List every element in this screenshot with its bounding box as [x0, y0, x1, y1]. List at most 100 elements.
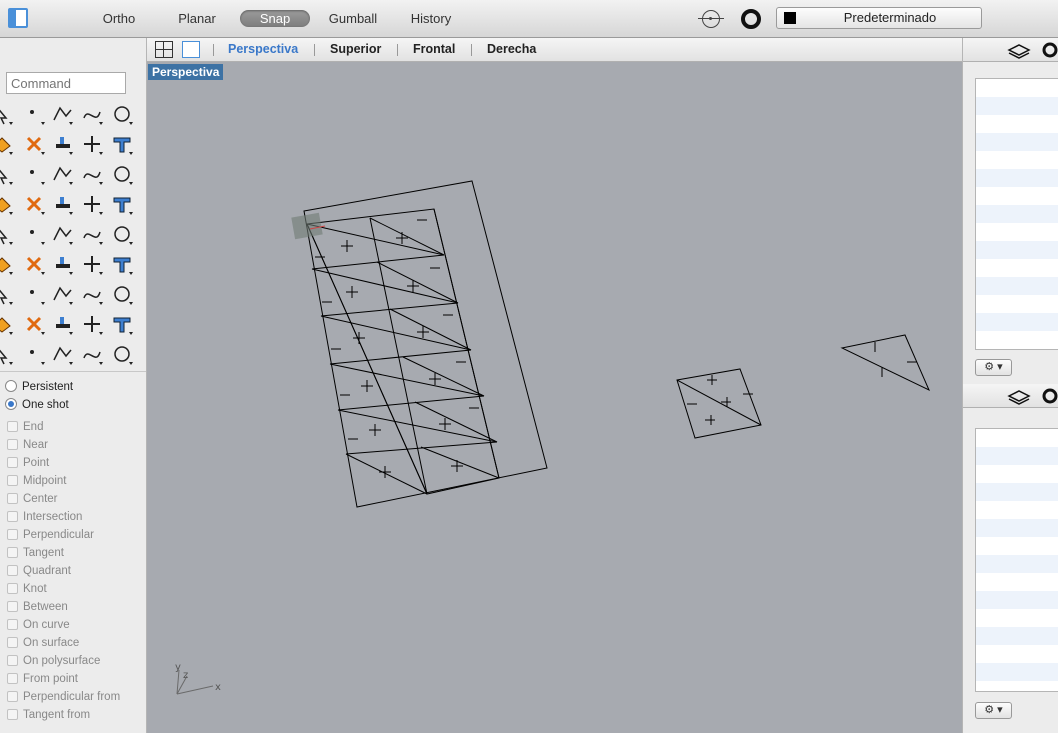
snap-option-knot[interactable]: Knot: [7, 583, 47, 595]
snap-checkbox[interactable]: [7, 691, 18, 702]
snap-option-center[interactable]: Center: [7, 493, 58, 505]
list-row[interactable]: [976, 627, 1058, 645]
osnap-icon[interactable]: [698, 10, 724, 28]
snap-checkbox[interactable]: [7, 475, 18, 486]
list-row[interactable]: [976, 97, 1058, 115]
arc-icon[interactable]: [0, 132, 14, 156]
explode-icon[interactable]: [22, 192, 46, 216]
snap-toggle[interactable]: Snap: [240, 10, 310, 27]
four-viewports-icon[interactable]: [155, 41, 173, 58]
history-toggle[interactable]: History: [400, 10, 462, 27]
snap-checkbox[interactable]: [7, 601, 18, 612]
snap-checkbox[interactable]: [7, 457, 18, 468]
layer-select[interactable]: Predeterminado: [776, 7, 982, 29]
snap-option-midpoint[interactable]: Midpoint: [7, 475, 66, 487]
list-row[interactable]: [976, 591, 1058, 609]
perspective-viewport[interactable]: x z y Perspectiva: [147, 62, 962, 733]
scene-geometry[interactable]: x z y: [147, 62, 962, 733]
list-row[interactable]: [976, 609, 1058, 627]
list-row[interactable]: [976, 223, 1058, 241]
snap-checkbox[interactable]: [7, 709, 18, 720]
list-row[interactable]: [976, 519, 1058, 537]
snap-option-near[interactable]: Near: [7, 439, 48, 451]
text-icon[interactable]: [110, 222, 134, 246]
snap-option-on-curve[interactable]: On curve: [7, 619, 70, 631]
tab-superior[interactable]: Superior: [330, 42, 381, 56]
curve-icon[interactable]: [80, 102, 104, 126]
layers-gear-button[interactable]: ⚙ ▾: [975, 359, 1012, 376]
box-icon[interactable]: [50, 162, 74, 186]
snap-checkbox[interactable]: [7, 439, 18, 450]
analyze-icon[interactable]: [110, 282, 134, 306]
mirror-icon[interactable]: [50, 282, 74, 306]
persistent-option[interactable]: Persistent: [5, 380, 73, 393]
offset-icon[interactable]: [80, 222, 104, 246]
freeform-curve-icon[interactable]: [22, 132, 46, 156]
list-row[interactable]: [976, 241, 1058, 259]
group-icon[interactable]: [22, 252, 46, 276]
snap-checkbox[interactable]: [7, 421, 18, 432]
list-row[interactable]: [976, 169, 1058, 187]
snap-option-intersection[interactable]: Intersection: [7, 511, 82, 523]
list-row[interactable]: [976, 187, 1058, 205]
zoom-extents-icon[interactable]: [80, 312, 104, 336]
shapes-icon[interactable]: [80, 342, 104, 366]
properties-icon[interactable]: [963, 384, 1058, 408]
list-row[interactable]: [976, 151, 1058, 169]
list-row[interactable]: [976, 205, 1058, 223]
solid-union-icon[interactable]: [0, 222, 14, 246]
dimension-icon[interactable]: [110, 252, 134, 276]
list-row[interactable]: [976, 537, 1058, 555]
sidebar-toggle-icon[interactable]: [8, 8, 28, 28]
list-row[interactable]: [976, 429, 1058, 447]
snap-option-end[interactable]: End: [7, 421, 43, 433]
snap-checkbox[interactable]: [7, 619, 18, 630]
surface-icon[interactable]: [0, 162, 14, 186]
snap-checkbox[interactable]: [7, 529, 18, 540]
boolean-icon[interactable]: [50, 192, 74, 216]
rotate-view-icon[interactable]: [0, 342, 14, 366]
zoom-icon[interactable]: [22, 312, 46, 336]
list-row[interactable]: [976, 573, 1058, 591]
layers-icon[interactable]: [963, 38, 1058, 62]
planar-toggle[interactable]: Planar: [168, 10, 226, 27]
layers-list[interactable]: [975, 78, 1058, 350]
list-row[interactable]: [976, 277, 1058, 295]
properties-list[interactable]: [975, 428, 1058, 692]
array-icon[interactable]: [0, 282, 14, 306]
list-row[interactable]: [976, 663, 1058, 681]
block-icon[interactable]: [80, 252, 104, 276]
point-icon[interactable]: [22, 102, 46, 126]
list-row[interactable]: [976, 331, 1058, 349]
tab-frontal[interactable]: Frontal: [413, 42, 455, 56]
list-row[interactable]: [976, 645, 1058, 663]
transform-icon[interactable]: [0, 252, 14, 276]
list-row[interactable]: [976, 313, 1058, 331]
rotate-icon[interactable]: [50, 222, 74, 246]
list-row[interactable]: [976, 555, 1058, 573]
list-row[interactable]: [976, 259, 1058, 277]
snap-option-quadrant[interactable]: Quadrant: [7, 565, 71, 577]
fillet-icon[interactable]: [110, 132, 134, 156]
snap-option-perpendicular-from[interactable]: Perpendicular from: [7, 691, 120, 703]
car-render-icon[interactable]: [22, 342, 46, 366]
list-row[interactable]: [976, 681, 1058, 691]
rectangle-icon[interactable]: [50, 132, 74, 156]
light-bulb-icon[interactable]: [110, 342, 134, 366]
properties-gear-button[interactable]: ⚙ ▾: [975, 702, 1012, 719]
list-row[interactable]: [976, 483, 1058, 501]
select-arrow-icon[interactable]: [0, 102, 14, 126]
snap-option-on-surface[interactable]: On surface: [7, 637, 79, 649]
persistent-radio[interactable]: [5, 380, 17, 392]
snap-checkbox[interactable]: [7, 565, 18, 576]
cylinder-icon[interactable]: [110, 162, 134, 186]
snap-checkbox[interactable]: [7, 655, 18, 666]
list-row[interactable]: [976, 115, 1058, 133]
snap-checkbox[interactable]: [7, 583, 18, 594]
single-viewport-icon[interactable]: [182, 41, 200, 58]
ortho-toggle[interactable]: Ortho: [92, 10, 146, 27]
tab-perspectiva[interactable]: Perspectiva: [228, 42, 298, 56]
edit-icon[interactable]: [50, 252, 74, 276]
one-shot-radio[interactable]: [5, 398, 17, 410]
snap-checkbox[interactable]: [7, 493, 18, 504]
